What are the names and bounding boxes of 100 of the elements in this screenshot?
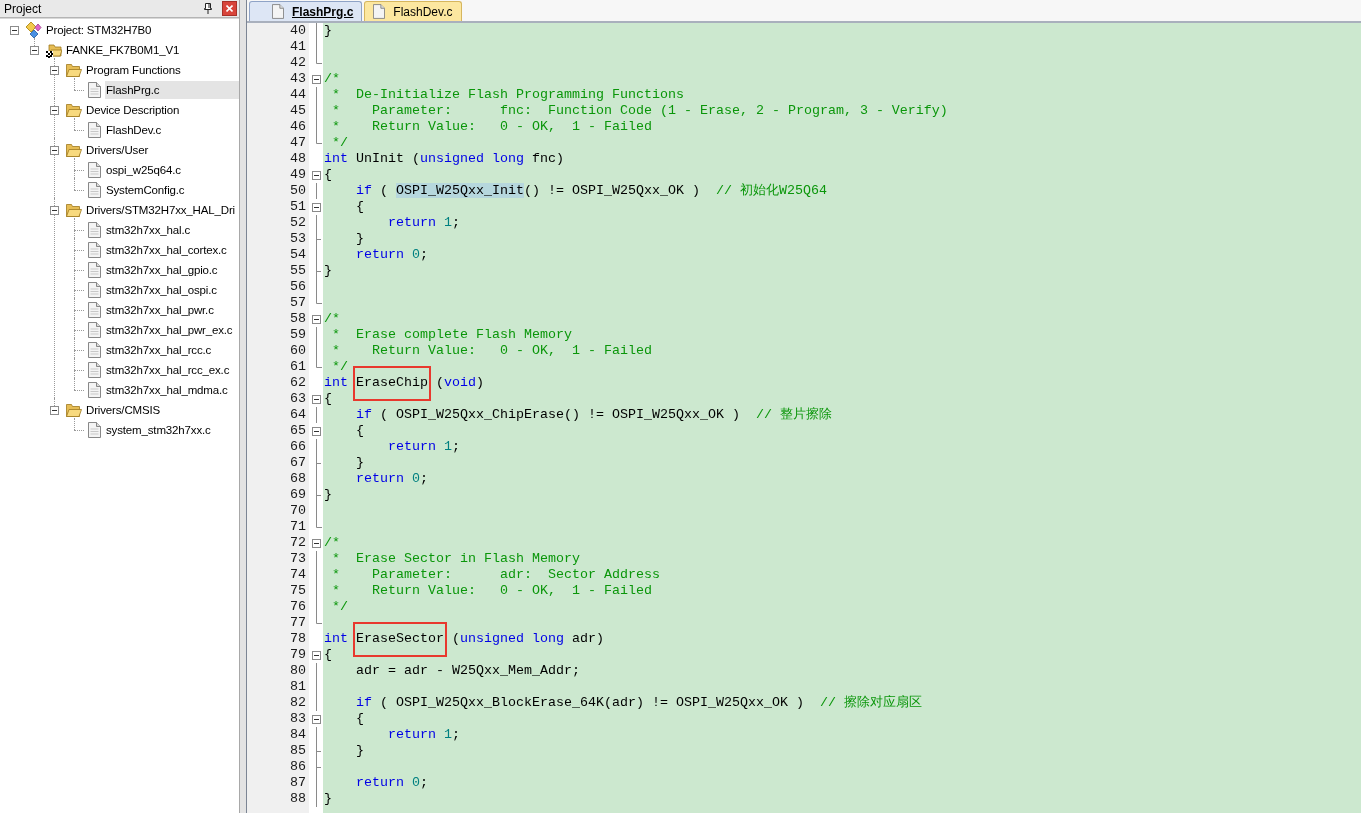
tree-item[interactable]: stm32h7xx_hal_cortex.c bbox=[105, 241, 239, 259]
collapse-icon[interactable] bbox=[9, 25, 19, 35]
line-number: 48 bbox=[290, 151, 306, 166]
close-button[interactable] bbox=[222, 1, 237, 16]
code-line: return 0; bbox=[356, 775, 428, 790]
tree-item[interactable]: FANKE_FK7B0M1_V1 bbox=[65, 41, 239, 59]
panel-title: Project bbox=[4, 0, 42, 17]
tree-item[interactable]: SystemConfig.c bbox=[105, 181, 239, 199]
fold-line bbox=[316, 247, 317, 263]
pin-icon[interactable] bbox=[204, 3, 212, 14]
collapse-icon[interactable] bbox=[49, 205, 59, 215]
code-line: if ( OSPI_W25Qxx_Init() != OSPI_W25Qxx_OK ) // 初始化W25Q64 bbox=[356, 183, 827, 198]
line-number: 75 bbox=[290, 583, 306, 598]
tree-item[interactable]: Program Functions bbox=[85, 61, 239, 79]
line-number: 64 bbox=[290, 407, 306, 422]
code-line: { bbox=[356, 199, 364, 214]
tree-item[interactable]: stm32h7xx_hal_mdma.c bbox=[105, 381, 239, 399]
collapse-icon[interactable] bbox=[312, 203, 321, 212]
collapse-icon[interactable] bbox=[312, 715, 321, 724]
tree-item[interactable]: system_stm32h7xx.c bbox=[105, 421, 239, 439]
code-line: */ bbox=[332, 359, 348, 374]
code-line: } bbox=[324, 487, 332, 502]
tree-item[interactable]: Drivers/CMSIS bbox=[85, 401, 239, 419]
line-number: 67 bbox=[290, 455, 306, 470]
fold-line bbox=[316, 407, 317, 423]
tree-item[interactable]: Drivers/User bbox=[85, 141, 239, 159]
tree-item[interactable]: stm32h7xx_hal_pwr_ex.c bbox=[105, 321, 239, 339]
file-icon bbox=[87, 222, 101, 238]
code-line: { bbox=[324, 647, 332, 662]
collapse-icon[interactable] bbox=[312, 395, 321, 404]
collapse-icon[interactable] bbox=[29, 45, 39, 55]
tree-item[interactable]: stm32h7xx_hal.c bbox=[105, 221, 239, 239]
tree-item[interactable]: Project: STM32H7B0 bbox=[45, 21, 239, 39]
line-number: 52 bbox=[290, 215, 306, 230]
file-icon bbox=[87, 242, 101, 258]
tree-item[interactable]: stm32h7xx_hal_rcc_ex.c bbox=[105, 361, 239, 379]
code-line: { bbox=[324, 167, 332, 182]
line-number: 83 bbox=[290, 711, 306, 726]
code-line: } bbox=[324, 263, 332, 278]
code-line: } bbox=[356, 231, 364, 246]
collapse-icon[interactable] bbox=[49, 145, 59, 155]
tree-item[interactable]: FlashDev.c bbox=[105, 121, 239, 139]
tree-item[interactable]: FlashPrg.c bbox=[105, 81, 239, 99]
tree-item[interactable]: Device Description bbox=[85, 101, 239, 119]
line-number: 41 bbox=[290, 39, 306, 54]
diamonds-icon bbox=[26, 22, 42, 38]
line-number: 71 bbox=[290, 519, 306, 534]
fold-end-line bbox=[316, 359, 322, 368]
code-line: * Erase complete Flash Memory bbox=[332, 327, 572, 342]
fold-line bbox=[316, 727, 317, 743]
collapse-icon[interactable] bbox=[312, 171, 321, 180]
fold-branch-line bbox=[316, 487, 321, 503]
line-number: 65 bbox=[290, 423, 306, 438]
code-line: */ bbox=[332, 599, 348, 614]
tree-item[interactable]: stm32h7xx_hal_pwr.c bbox=[105, 301, 239, 319]
file-icon bbox=[87, 362, 101, 378]
tree-item[interactable]: ospi_w25q64.c bbox=[105, 161, 239, 179]
collapse-icon[interactable] bbox=[312, 427, 321, 436]
line-number: 62 bbox=[290, 375, 306, 390]
collapse-icon[interactable] bbox=[312, 539, 321, 548]
folder-icon bbox=[66, 203, 82, 217]
line-number: 49 bbox=[290, 167, 306, 182]
line-number: 53 bbox=[290, 231, 306, 246]
code-line: if ( OSPI_W25Qxx_ChipErase() != OSPI_W25Qxx_OK ) // 整片擦除 bbox=[356, 407, 832, 422]
collapse-icon[interactable] bbox=[49, 105, 59, 115]
file-icon bbox=[87, 342, 101, 358]
file-icon bbox=[87, 162, 101, 178]
fold-end-line bbox=[316, 615, 322, 624]
code-line: return 0; bbox=[356, 247, 428, 262]
collapse-icon[interactable] bbox=[312, 651, 321, 660]
collapse-icon[interactable] bbox=[312, 75, 321, 84]
file-icon bbox=[87, 422, 101, 438]
tree-item[interactable]: stm32h7xx_hal_gpio.c bbox=[105, 261, 239, 279]
file-tab[interactable]: FlashDev.c bbox=[364, 1, 462, 21]
line-number: 80 bbox=[290, 663, 306, 678]
fold-branch-line bbox=[316, 455, 321, 471]
collapse-icon[interactable] bbox=[312, 315, 321, 324]
line-number: 63 bbox=[290, 391, 306, 406]
line-number: 85 bbox=[290, 743, 306, 758]
folder-icon bbox=[66, 143, 82, 157]
line-number: 54 bbox=[290, 247, 306, 262]
code-line: adr = adr - W25Qxx_Mem_Addr; bbox=[356, 663, 580, 678]
line-number: 74 bbox=[290, 567, 306, 582]
file-icon bbox=[87, 262, 101, 278]
file-tab[interactable]: FlashPrg.c bbox=[249, 1, 363, 21]
close-icon bbox=[226, 5, 233, 12]
collapse-icon[interactable] bbox=[49, 65, 59, 75]
code-line: } bbox=[356, 455, 364, 470]
tree-item[interactable]: Drivers/STM32H7xx_HAL_Dri bbox=[85, 201, 239, 219]
tree-item[interactable]: stm32h7xx_hal_rcc.c bbox=[105, 341, 239, 359]
collapse-icon[interactable] bbox=[49, 405, 59, 415]
line-number: 77 bbox=[290, 615, 306, 630]
folder-icon bbox=[66, 103, 82, 117]
line-number: 50 bbox=[290, 183, 306, 198]
line-number: 44 bbox=[290, 87, 306, 102]
folder-icon bbox=[66, 63, 82, 77]
code-line: * Return Value: 0 - OK, 1 - Failed bbox=[332, 119, 652, 134]
code-line: int EraseChip (void) bbox=[324, 375, 484, 390]
line-number: 45 bbox=[290, 103, 306, 118]
tree-item[interactable]: stm32h7xx_hal_ospi.c bbox=[105, 281, 239, 299]
